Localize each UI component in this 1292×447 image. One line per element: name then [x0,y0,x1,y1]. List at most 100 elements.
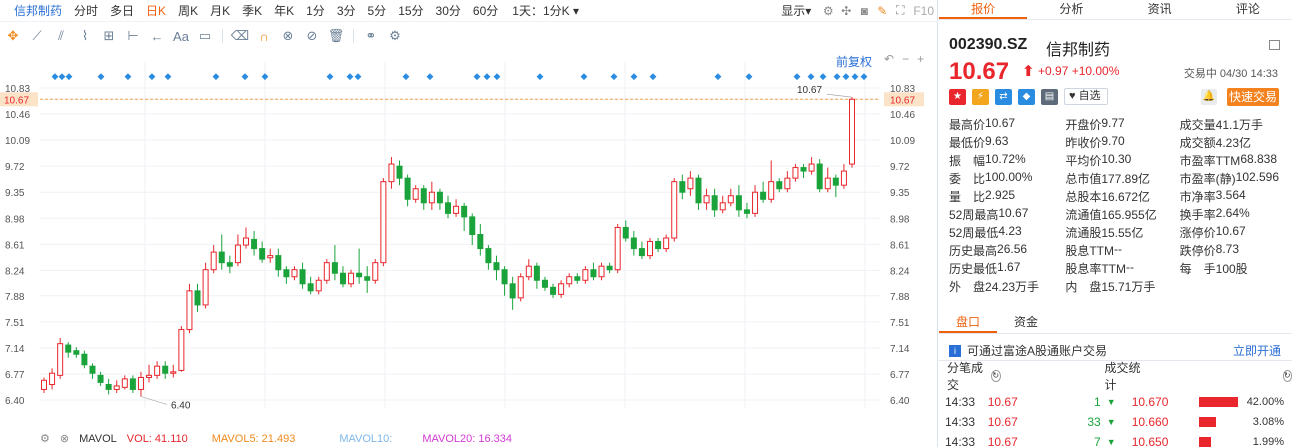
candlestick-chart[interactable]: 10.83 10.8310.46 10.4610.09 10.099.72 9.729.… [0,62,938,428]
note-icon[interactable]: ▤ [1041,88,1058,105]
period-tab[interactable]: 周K [172,2,204,19]
camera-icon[interactable]: ◙ [855,4,873,18]
collapse-icon[interactable] [1269,40,1280,50]
margin-icon[interactable]: ⚡ [972,88,989,105]
candle-body [267,255,274,259]
fib-tool-icon[interactable]: ⊞ [98,28,120,44]
eraser-icon[interactable]: ⌫ [229,28,251,44]
candle-body [768,181,775,200]
magnet-icon[interactable]: ∩ [253,29,275,44]
stat-cell: 委 比 100.00% [949,170,1065,188]
event-marker-icon: ◆ [242,71,249,81]
time-dropdown[interactable]: 1天：1分K ▾ [504,2,587,19]
candle-body [469,216,476,235]
stat-label: 开盘价 [1065,118,1102,132]
stat-label: 外 盘 [949,280,986,294]
quote-tab[interactable]: 评论 [1204,0,1292,19]
info-icon: i [949,344,961,357]
f10-button[interactable]: F10 [909,4,938,18]
panel-tab[interactable]: 资金 [997,312,1055,333]
period-tab[interactable]: 3分 [331,2,362,19]
candle-body [331,262,338,274]
fast-trade-button[interactable]: 快速交易 [1227,88,1279,106]
candle-body [808,163,815,172]
candle-body [396,165,403,179]
high-annotation-leader [826,93,853,98]
pencil-icon[interactable]: ✎ [873,4,891,18]
candle-body [259,248,266,260]
hide-icon[interactable]: ⊘ [301,28,323,44]
bell-icon[interactable]: 🔔 [1201,89,1217,105]
event-marker-icon: ◆ [843,71,850,81]
link-icon[interactable]: ⊗ [277,28,299,44]
drawing-settings-icon[interactable]: ⚙ [384,28,406,44]
close-icon[interactable]: ⊗ [60,432,69,445]
stat-value: 9.70 [1101,134,1125,148]
swap-icon[interactable]: ⇄ [995,88,1012,105]
channel-tool-icon[interactable]: ⫽ [50,28,72,44]
stat-price: 10.660 [1131,415,1169,429]
stat-label: 股息TTM [1065,244,1114,258]
candle-body [525,265,532,278]
settings-icon[interactable]: ⚙ [819,4,837,18]
tag-icon[interactable]: ◆ [1018,88,1035,105]
text-tool-icon[interactable]: Aa [170,29,192,44]
panel-tab[interactable]: 盘口 [939,312,998,333]
period-tab[interactable]: 30分 [430,2,467,19]
settings-icon[interactable]: ⚙ [40,432,50,445]
y-tick-label-left: 10.09 [5,136,30,147]
candle-body [630,237,637,250]
crosshair-icon[interactable]: ✣ [837,4,855,18]
trash-icon[interactable]: 🗑 [325,28,347,44]
stock-name-tab[interactable]: 信邦制药 [0,2,68,19]
period-tab[interactable]: 1分 [300,2,331,19]
mavol-label[interactable]: MAVOL [79,433,117,445]
stat-cell: 历史最低 1.67 [949,260,1065,278]
candle-body [703,195,710,204]
trade-row: 14:33 10.67 1 ▼ 10.670 42.00% [939,392,1292,412]
volume-ratio-fill [1199,397,1239,407]
refresh-icon[interactable]: ↻ [991,370,1001,382]
quote-tab[interactable]: 资讯 [1116,0,1204,19]
candle-body [283,269,290,278]
line-tool-icon[interactable]: ⟋ [26,28,48,44]
display-dropdown[interactable]: 显示▾ [773,2,819,19]
period-tab[interactable]: 5分 [362,2,393,19]
toggle-icon[interactable]: ⚭ [360,28,382,44]
stats-row: 52周最低 4.23 流通股 15.55亿 涨停价 10.67 [949,224,1289,242]
period-tab[interactable]: 多日 [104,2,140,19]
candle-body [533,265,540,281]
period-tab[interactable]: 日K [140,2,172,19]
stat-label: 股息率TTM [1065,262,1126,276]
event-marker-icon: ◆ [327,71,334,81]
wave-tool-icon[interactable]: ⌇ [74,28,96,44]
fullscreen-icon[interactable]: ⛶ [891,3,909,18]
open-account-link[interactable]: 立即开通 [1233,342,1281,359]
period-tab[interactable]: 季K [236,2,268,19]
period-tab[interactable]: 分时 [68,2,104,19]
candle-body [760,191,767,200]
period-tab[interactable]: 60分 [467,2,504,19]
stat-cell: 市盈率TTM 68.838 [1180,152,1289,170]
refresh-icon[interactable]: ↻ [1282,370,1292,382]
cursor-move-icon[interactable]: ✥ [2,28,24,44]
period-tab[interactable]: 月K [204,2,236,19]
range-tool-icon[interactable]: ⊢ [122,28,144,44]
quote-tab[interactable]: 报价 [939,0,1028,19]
stat-cell: 市净率 3.564 [1180,188,1289,206]
price-change: +0.97 +10.00% [1038,64,1120,78]
stat-label: 流通值 [1065,208,1102,222]
quote-tab[interactable]: 分析 [1027,0,1115,19]
measure-tool-icon[interactable]: ▭ [194,28,216,44]
period-tab[interactable]: 年K [268,2,300,19]
candle-body [299,269,306,285]
volume-ratio-pct: 3.08% [1252,416,1284,428]
add-watchlist-button[interactable]: ♥ 自选 [1064,88,1108,105]
arrow-tool-icon[interactable]: ← [146,29,168,44]
event-marker-icon: ◆ [59,71,66,81]
period-tab[interactable]: 15分 [392,2,429,19]
candle-body [372,262,379,281]
stat-price: 10.650 [1131,435,1169,447]
candle-body [364,276,371,281]
mavol20-value: MAVOL20: 16.334 [422,432,513,445]
